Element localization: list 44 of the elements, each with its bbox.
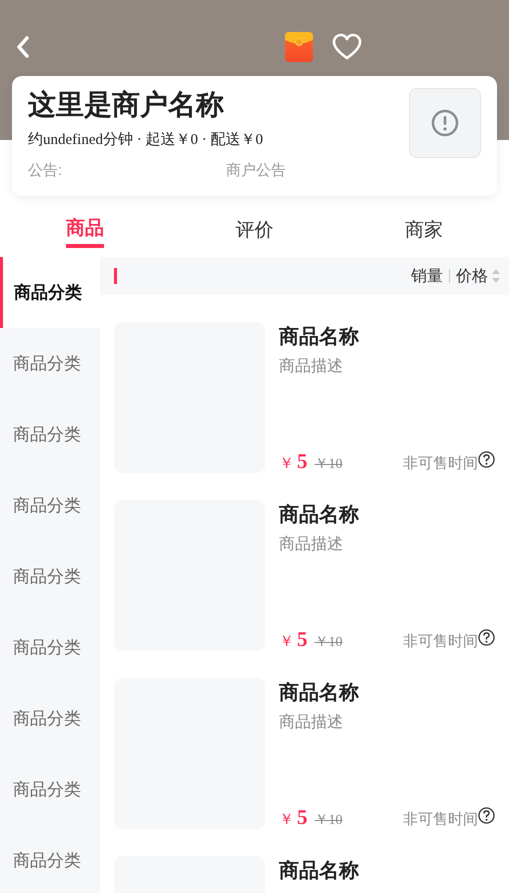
product-description: 商品描述 xyxy=(279,712,344,733)
original-price: ￥10 xyxy=(314,634,342,651)
category-item[interactable]: 商品分类 xyxy=(0,399,100,470)
availability-status: 非可售时间 xyxy=(403,632,478,651)
sort-option[interactable]: 价格 xyxy=(456,266,501,286)
back-icon[interactable] xyxy=(16,35,30,59)
category-item[interactable]: 商品分类 xyxy=(0,683,100,754)
tab[interactable]: 评价 xyxy=(236,196,274,248)
sort-option[interactable]: 销量 xyxy=(411,266,443,286)
product-price: ￥5 xyxy=(279,805,308,830)
product-name: 商品名称 xyxy=(279,858,360,884)
category-item[interactable]: 商品分类 xyxy=(0,328,100,399)
help-icon[interactable] xyxy=(478,629,495,646)
category-item[interactable]: 商品分类 xyxy=(0,470,100,541)
original-price: ￥10 xyxy=(314,812,342,829)
info-icon xyxy=(431,109,459,137)
sort-arrows-icon xyxy=(491,268,501,284)
category-item[interactable]: 商品分类 xyxy=(0,612,100,683)
product-description: 商品描述 xyxy=(279,534,344,555)
category-item[interactable]: 商品分类 xyxy=(0,541,100,612)
heart-icon[interactable] xyxy=(332,33,362,61)
category-item[interactable]: 商品分类 xyxy=(0,825,100,893)
product-description: 商品描述 xyxy=(279,356,344,377)
notice-label: 公告: xyxy=(28,161,64,180)
info-button[interactable] xyxy=(409,88,481,158)
product-name: 商品名称 xyxy=(279,680,360,706)
product-price: ￥5 xyxy=(279,627,308,652)
shop-name: 这里是商户名称 xyxy=(28,88,225,122)
section-marker xyxy=(114,268,117,284)
availability-status: 非可售时间 xyxy=(403,454,478,473)
tab[interactable]: 商家 xyxy=(405,196,444,248)
product-price: ￥5 xyxy=(279,449,308,474)
tab[interactable]: 商品 xyxy=(66,196,104,248)
product-name: 商品名称 xyxy=(279,324,360,350)
category-item[interactable]: 商品分类 xyxy=(0,754,100,825)
delivery-info: 约undefined分钟 · 起送￥0 · 配送￥0 xyxy=(28,130,264,149)
original-price: ￥10 xyxy=(314,456,342,473)
notice-text: 商户公告 xyxy=(226,161,286,180)
envelope-icon[interactable] xyxy=(285,32,313,62)
category-item[interactable]: 商品分类 xyxy=(0,257,100,328)
help-icon[interactable] xyxy=(478,451,495,468)
product-name: 商品名称 xyxy=(279,502,360,528)
help-icon[interactable] xyxy=(478,807,495,824)
availability-status: 非可售时间 xyxy=(403,810,478,829)
